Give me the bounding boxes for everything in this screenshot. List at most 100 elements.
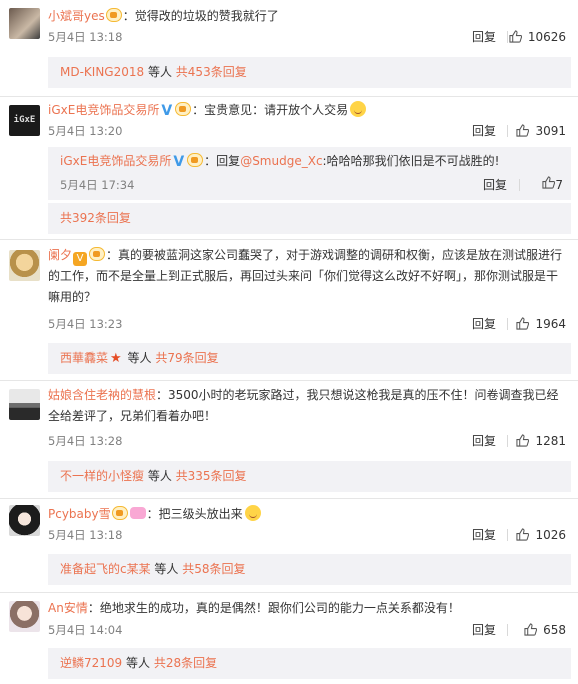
replies-count-link[interactable]: 共28条回复 (154, 656, 217, 670)
gold-v-badge-icon: V (73, 252, 88, 266)
like-count: 658 (543, 623, 566, 637)
timestamp: 5月4日 14:04 (48, 623, 123, 637)
like-count: 1026 (535, 528, 566, 542)
divider (0, 239, 578, 240)
emoji-icon (244, 505, 261, 521)
thumbs-up-icon (542, 176, 556, 189)
like-button[interactable]: 1964 (516, 314, 566, 334)
replies-count-link[interactable]: 共79条回复 (155, 351, 218, 365)
like-button[interactable]: 658 (524, 620, 566, 640)
comment-meta: 5月4日 14:04 回复 658 (48, 620, 578, 640)
reply-user-link[interactable]: 准备起飞的c某某 (60, 562, 151, 576)
verified-v-icon: V (161, 103, 173, 119)
divider (519, 179, 520, 191)
reply-button[interactable]: 回复 (472, 620, 496, 640)
username-link[interactable]: iGxE电竞饰品交易所 (48, 103, 159, 117)
replies-mid-text: 等人 (123, 351, 156, 365)
vip-badge-icon (105, 8, 122, 22)
username-link[interactable]: Pcybaby雪 (48, 507, 111, 521)
reply-button[interactable]: 回复 (472, 431, 496, 451)
timestamp: 5月4日 17:34 (60, 178, 135, 192)
comment-meta: 5月4日 13:18 回复 1026 (48, 525, 578, 545)
replies-summary[interactable]: 西華馫菜 ★ 等人 共79条回复 (48, 343, 571, 374)
avatar[interactable] (9, 250, 40, 281)
like-button[interactable]: 3091 (516, 121, 566, 141)
username-link[interactable]: 姑娘含住老衲的慧根 (48, 388, 156, 402)
divider (507, 624, 508, 636)
replies-mid-text: 等人 (144, 65, 176, 79)
avatar[interactable] (9, 601, 40, 632)
replies-count-link[interactable]: 共392条回复 (60, 211, 131, 225)
reply-prefix: ：回复 (204, 154, 241, 168)
replies-summary[interactable]: 逆鳞72109 等人 共28条回复 (48, 648, 571, 679)
like-button[interactable]: 10626 (509, 27, 566, 47)
replies-mid-text: 等人 (150, 562, 183, 576)
emoji-icon (350, 101, 367, 117)
avatar[interactable] (9, 389, 40, 420)
timestamp: 5月4日 13:18 (48, 30, 123, 44)
comment-meta: 5月4日 13:20 回复 3091 (48, 121, 578, 141)
vip-badge-icon (187, 153, 204, 167)
divider (507, 318, 508, 330)
divider (0, 592, 578, 593)
reply-button[interactable]: 回复 (472, 121, 496, 141)
thumbs-up-icon (516, 317, 530, 330)
reply-user-link[interactable]: MD-KING2018 (60, 65, 144, 79)
username-link[interactable]: An安情 (48, 601, 88, 615)
like-count: 10626 (527, 30, 566, 44)
timestamp: 5月4日 13:18 (48, 528, 123, 542)
vip-badge-icon (175, 102, 192, 116)
replies-mid-text: 等人 (122, 656, 154, 670)
like-button[interactable]: 7 (542, 175, 563, 195)
divider (0, 96, 578, 97)
comment-list: 小斌哥yes ：觉得改的垃圾的赞我就行了 5月4日 13:18 回复 10626 … (0, 0, 578, 684)
thumbs-up-icon (509, 30, 522, 43)
comment-text: ：真的要被蓝洞这家公司蠢哭了，对于游戏调整的调研和权衡，应该是放在测试服进行的工… (48, 248, 563, 304)
divider (507, 435, 508, 447)
avatar[interactable] (9, 8, 40, 39)
reply-user-link[interactable]: 西華馫菜 (60, 351, 108, 365)
divider (0, 498, 578, 499)
reply-button[interactable]: 回复 (472, 314, 496, 334)
vip-badge-icon (111, 506, 128, 520)
replies-count-link[interactable]: 共335条回复 (176, 469, 247, 483)
avatar[interactable] (9, 505, 40, 536)
replies-mid-text: 等人 (144, 469, 176, 483)
comment-text: ：绝地求生的成功，真的是偶然！跟你们公司的能力一点关系都没有！ (87, 601, 460, 615)
divider (0, 380, 578, 381)
igxe-logo-icon: iGxE (13, 115, 36, 125)
reply-button[interactable]: 回复 (472, 27, 496, 47)
reply-button[interactable]: 回复 (483, 175, 507, 195)
timestamp: 5月4日 13:28 (48, 434, 123, 448)
username-link[interactable]: iGxE电竞饰品交易所 (60, 154, 171, 168)
comment-text: ：觉得改的垃圾的赞我就行了 (122, 9, 279, 23)
comment-text: ：把三级头放出来 (146, 507, 243, 521)
timestamp: 5月4日 13:20 (48, 124, 123, 138)
avatar[interactable]: iGxE (9, 105, 40, 136)
replies-count-link[interactable]: 共58条回复 (182, 562, 245, 576)
verified-v-icon: V (173, 154, 185, 170)
thumbs-up-icon (516, 124, 530, 137)
thumbs-up-icon (516, 528, 530, 541)
replies-summary[interactable]: MD-KING2018 等人 共453条回复 (48, 57, 571, 88)
reply-button[interactable]: 回复 (472, 525, 496, 545)
mention-link[interactable]: @Smudge_Xc (240, 154, 322, 168)
divider (507, 125, 508, 137)
reply-user-link[interactable]: 逆鳞72109 (60, 656, 122, 670)
member-badge-icon (129, 507, 146, 519)
thumbs-up-icon (516, 434, 530, 447)
reply-user-link[interactable]: 不一样的小怪瘦 (60, 469, 144, 483)
username-link[interactable]: 小斌哥yes (48, 9, 105, 23)
timestamp: 5月4日 13:23 (48, 317, 123, 331)
replies-summary[interactable]: 不一样的小怪瘦 等人 共335条回复 (48, 461, 571, 492)
vip-badge-icon (89, 247, 106, 261)
thumbs-up-icon (524, 623, 538, 636)
like-button[interactable]: 1281 (516, 431, 566, 451)
username-link[interactable]: 阑夕 (48, 248, 72, 262)
replies-count-link[interactable]: 共453条回复 (176, 65, 247, 79)
sub-reply-text: :哈哈哈那我们依旧是不可战胜的! (322, 154, 500, 168)
star-icon: ★ (110, 351, 122, 366)
like-button[interactable]: 1026 (516, 525, 566, 545)
replies-summary[interactable]: 准备起飞的c某某 等人 共58条回复 (48, 554, 571, 585)
replies-summary[interactable]: 共392条回复 (48, 203, 571, 234)
